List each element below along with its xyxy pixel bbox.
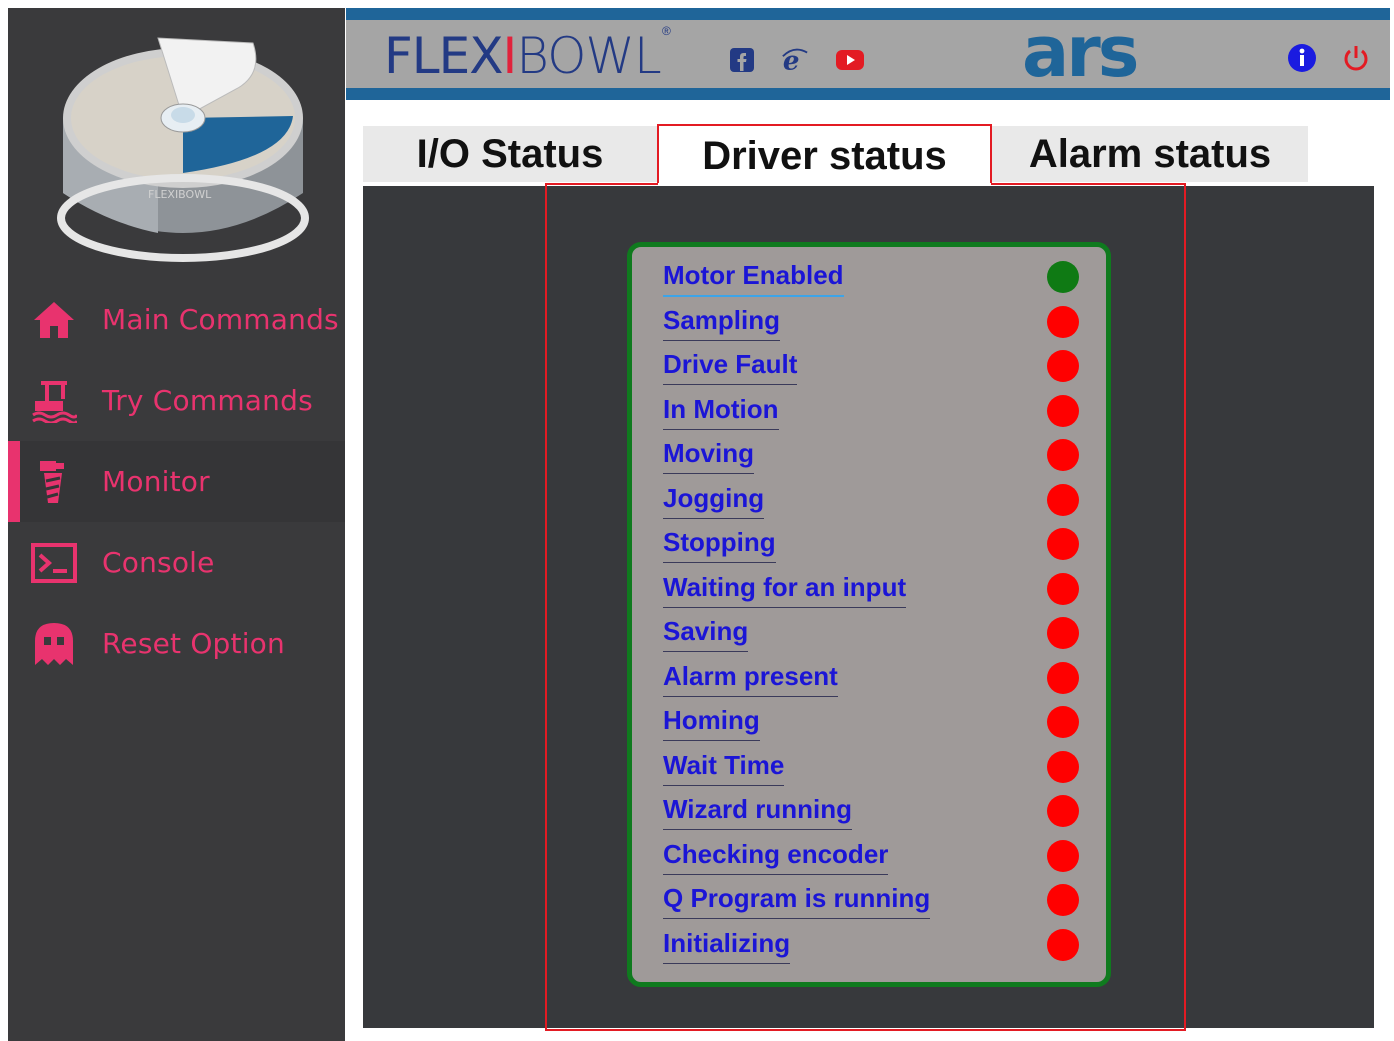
status-led-off bbox=[1047, 706, 1079, 738]
status-row-jogging: Jogging bbox=[660, 480, 1090, 524]
status-led-off bbox=[1047, 929, 1079, 961]
status-led-off bbox=[1047, 484, 1079, 516]
status-led-off bbox=[1047, 617, 1079, 649]
status-label[interactable]: Drive Fault bbox=[663, 349, 798, 385]
status-label[interactable]: Stopping bbox=[663, 527, 776, 563]
flexibowl-logo: FLEXIBOWL bbox=[384, 27, 662, 85]
status-row-wait-time: Wait Time bbox=[660, 747, 1090, 791]
terminal-icon bbox=[30, 539, 78, 587]
monitor-tool-icon bbox=[30, 458, 78, 506]
brand-accent: I bbox=[502, 27, 517, 85]
header: FLEXIBOWL ® e ars bbox=[346, 12, 1390, 92]
status-row-drive-fault: Drive Fault bbox=[660, 346, 1090, 390]
status-led-off bbox=[1047, 840, 1079, 872]
tab-label: Driver status bbox=[702, 133, 947, 178]
sidebar-item-label: Main Commands bbox=[102, 303, 339, 336]
sidebar-item-console[interactable]: Console bbox=[8, 522, 345, 603]
status-row-waiting-for-input: Waiting for an input bbox=[660, 569, 1090, 613]
status-label[interactable]: Homing bbox=[663, 705, 760, 741]
status-label[interactable]: Wizard running bbox=[663, 794, 852, 830]
status-row-motor-enabled: Motor Enabled bbox=[660, 257, 1090, 301]
facebook-icon[interactable] bbox=[728, 46, 756, 74]
youtube-icon[interactable] bbox=[836, 46, 864, 74]
tab-label: Alarm status bbox=[1028, 131, 1272, 176]
ars-logo: ars bbox=[1022, 11, 1139, 93]
ghost-icon bbox=[30, 620, 78, 668]
status-led-off bbox=[1047, 528, 1079, 560]
status-row-saving: Saving bbox=[660, 613, 1090, 657]
status-label[interactable]: Jogging bbox=[663, 483, 765, 519]
status-led-off bbox=[1047, 795, 1079, 827]
tab-alarm-status[interactable]: Alarm status bbox=[992, 126, 1308, 182]
sidebar-item-try-commands[interactable]: Try Commands bbox=[8, 360, 345, 441]
status-led-off bbox=[1047, 573, 1079, 605]
status-row-initializing: Initializing bbox=[660, 925, 1090, 969]
sidebar-item-label: Monitor bbox=[102, 465, 210, 498]
status-row-in-motion: In Motion bbox=[660, 391, 1090, 435]
brand-suffix: BOWL bbox=[516, 27, 662, 85]
status-row-stopping: Stopping bbox=[660, 524, 1090, 568]
status-row-moving: Moving bbox=[660, 435, 1090, 479]
header-top-stripe bbox=[346, 8, 1390, 20]
highlight-edge bbox=[991, 183, 1186, 185]
status-led-off bbox=[1047, 884, 1079, 916]
status-label[interactable]: Sampling bbox=[663, 305, 781, 341]
power-icon[interactable] bbox=[1340, 42, 1372, 74]
status-led-off bbox=[1047, 306, 1079, 338]
status-label[interactable]: Alarm present bbox=[663, 661, 838, 697]
status-label[interactable]: Moving bbox=[663, 438, 754, 474]
robot-arm-icon bbox=[30, 377, 78, 425]
sidebar-item-label: Console bbox=[102, 546, 215, 579]
status-label[interactable]: Saving bbox=[663, 616, 749, 652]
svg-text:FLEXIBOWL: FLEXIBOWL bbox=[148, 188, 212, 201]
status-label[interactable]: Wait Time bbox=[663, 750, 785, 786]
sidebar-item-label: Reset Option bbox=[102, 627, 285, 660]
status-led-on bbox=[1047, 261, 1079, 293]
home-icon bbox=[30, 296, 78, 344]
sidebar-item-main-commands[interactable]: Main Commands bbox=[8, 279, 345, 360]
tab-driver-status[interactable]: Driver status bbox=[657, 124, 992, 186]
status-row-checking-encoder: Checking encoder bbox=[660, 836, 1090, 880]
status-led-off bbox=[1047, 350, 1079, 382]
brand-prefix: FLEX bbox=[384, 27, 503, 85]
sidebar-item-label: Try Commands bbox=[102, 384, 313, 417]
tab-label: I/O Status bbox=[416, 131, 604, 176]
driver-status-card: Motor Enabled Sampling Drive Fault In Mo… bbox=[627, 242, 1111, 987]
status-label[interactable]: Waiting for an input bbox=[663, 572, 907, 608]
status-row-q-program-running: Q Program is running bbox=[660, 880, 1090, 924]
sidebar-item-monitor[interactable]: Monitor bbox=[8, 441, 345, 522]
sidebar: FLEXIBOWL Main Commands Try Commands Mon… bbox=[8, 8, 345, 1041]
status-label[interactable]: Initializing bbox=[663, 928, 791, 964]
tab-io-status[interactable]: I/O Status bbox=[363, 126, 657, 182]
status-row-sampling: Sampling bbox=[660, 302, 1090, 346]
highlight-edge bbox=[545, 183, 658, 185]
status-led-off bbox=[1047, 439, 1079, 471]
status-row-wizard-running: Wizard running bbox=[660, 791, 1090, 835]
status-label[interactable]: Motor Enabled bbox=[663, 260, 844, 297]
status-led-off bbox=[1047, 751, 1079, 783]
registered-mark: ® bbox=[662, 24, 671, 38]
internet-explorer-icon[interactable]: e bbox=[781, 46, 809, 74]
status-led-off bbox=[1047, 662, 1079, 694]
flexibowl-product-image: FLEXIBOWL bbox=[48, 18, 318, 288]
status-row-alarm-present: Alarm present bbox=[660, 658, 1090, 702]
info-icon[interactable] bbox=[1286, 42, 1318, 74]
sidebar-item-reset-option[interactable]: Reset Option bbox=[8, 603, 345, 684]
header-bottom-stripe bbox=[346, 88, 1390, 100]
status-label[interactable]: In Motion bbox=[663, 394, 779, 430]
status-label[interactable]: Checking encoder bbox=[663, 839, 889, 875]
status-led-off bbox=[1047, 395, 1079, 427]
status-row-homing: Homing bbox=[660, 702, 1090, 746]
status-label[interactable]: Q Program is running bbox=[663, 883, 931, 919]
